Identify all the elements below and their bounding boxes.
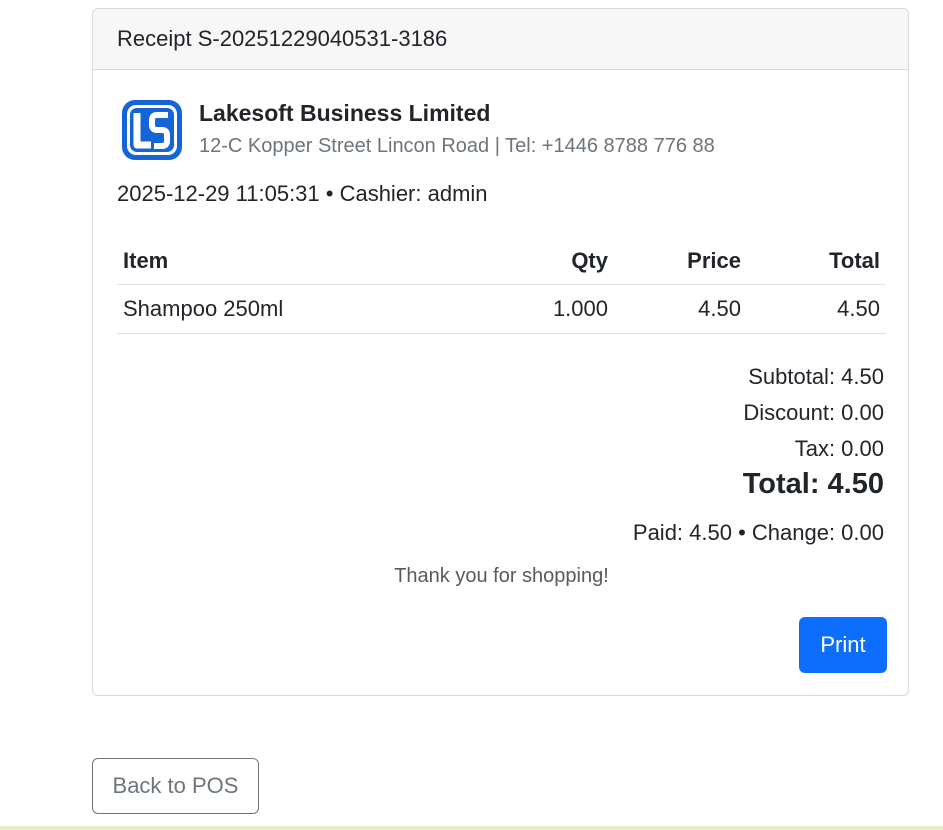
item-qty: 1.000 [464,284,614,334]
thank-you-message: Thank you for shopping! [394,565,609,587]
tax: Tax: 0.00 [794,436,884,461]
receipt-meta: 2025-12-29 11:05:31 • Cashier: admin [117,181,488,206]
column-header-qty: Qty [464,237,614,285]
column-header-item: Item [117,237,464,285]
business-address: 12-C Kopper Street Lincon Road | Tel: +1… [199,135,715,157]
table-row: Shampoo 250ml 1.000 4.50 4.50 [117,284,886,334]
items-table: Item Qty Price Total Shampoo 250ml 1.000… [117,237,886,334]
lakesoft-logo-icon [122,100,182,160]
subtotal: Subtotal: 4.50 [748,364,884,389]
column-header-total: Total [747,237,886,285]
item-name: Shampoo 250ml [117,284,464,334]
grand-total: Total: 4.50 [742,468,884,500]
print-button[interactable]: Print [799,617,887,673]
receipt-header: Receipt S-20251229040531-3186 [93,9,908,70]
column-header-price: Price [614,237,747,285]
table-header-row: Item Qty Price Total [117,237,886,285]
item-total: 4.50 [747,284,886,334]
paid-change: Paid: 4.50 • Change: 0.00 [632,520,884,545]
page-bottom-strip [0,826,943,830]
discount: Discount: 0.00 [743,400,884,425]
business-name: Lakesoft Business Limited [199,100,491,126]
back-to-pos-button[interactable]: Back to POS [92,758,259,814]
receipt-card: Receipt S-20251229040531-3186 Lakesoft B… [92,8,909,696]
item-price: 4.50 [614,284,747,334]
receipt-title: Receipt S-20251229040531-3186 [117,26,448,51]
